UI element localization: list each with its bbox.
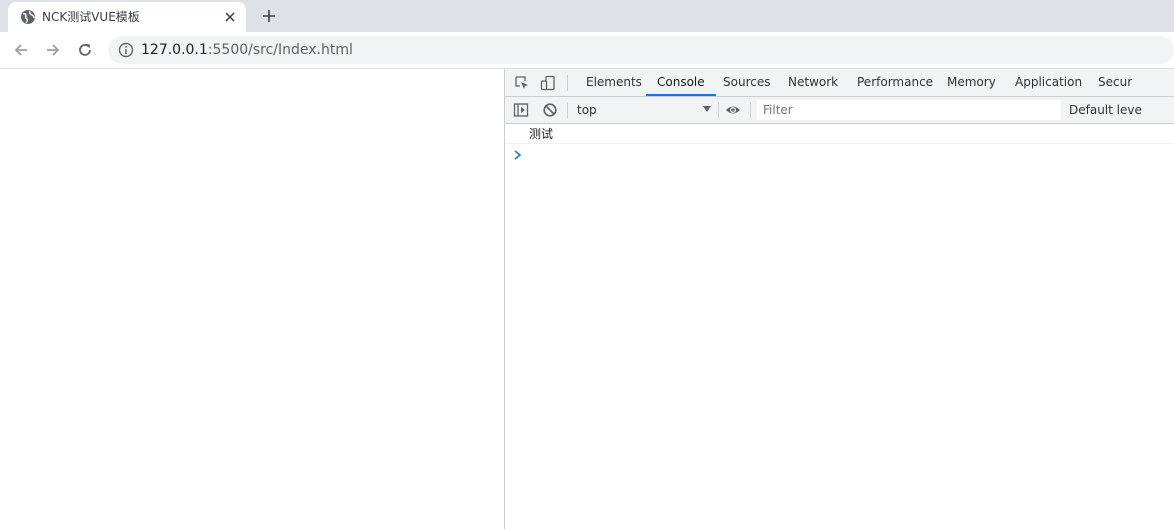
context-selector[interactable]: top	[573, 101, 713, 119]
forward-button[interactable]	[43, 40, 63, 60]
info-icon[interactable]	[118, 42, 134, 58]
device-toolbar-icon[interactable]	[540, 75, 556, 91]
address-bar[interactable]: 127.0.0.1:5500/src/Index.html	[108, 36, 1174, 64]
tab-sources[interactable]: Sources	[723, 69, 770, 96]
chevron-down-icon	[703, 106, 711, 112]
context-value: top	[577, 103, 597, 117]
sidebar-toggle-icon[interactable]	[513, 102, 529, 118]
url-text: 127.0.0.1:5500/src/Index.html	[141, 41, 353, 59]
console-message: 测试	[505, 124, 1174, 144]
close-icon	[225, 12, 235, 22]
url-path: :5500/src/Index.html	[207, 42, 353, 58]
tab-elements[interactable]: Elements	[586, 69, 642, 96]
url-host: 127.0.0.1	[141, 42, 208, 58]
browser-tab[interactable]: NCK测试VUE模板	[8, 2, 246, 32]
tab-title: NCK测试VUE模板	[42, 10, 140, 24]
filter-input[interactable]	[757, 100, 1061, 120]
devtools-tabbar: Elements Console Sources Network Perform…	[505, 69, 1174, 97]
tab-application[interactable]: Application	[1015, 69, 1082, 96]
console-output[interactable]: 测试	[505, 124, 1174, 529]
reload-icon	[79, 44, 91, 56]
console-message-text: 测试	[529, 127, 554, 141]
plus-icon	[263, 10, 275, 22]
arrow-right-icon	[47, 44, 60, 56]
devtools-panel: Elements Console Sources Network Perform…	[504, 69, 1174, 529]
browser-toolbar: 127.0.0.1:5500/src/Index.html	[0, 32, 1174, 69]
tab-strip: NCK测试VUE模板	[0, 0, 1174, 32]
tab-security[interactable]: Secur	[1098, 69, 1132, 96]
console-prompt[interactable]	[505, 145, 1174, 165]
log-levels-dropdown[interactable]: Default leve	[1069, 102, 1142, 118]
reload-button[interactable]	[75, 40, 95, 60]
back-button[interactable]	[11, 40, 31, 60]
toolbar-divider	[567, 102, 568, 118]
tab-network[interactable]: Network	[788, 69, 838, 96]
close-tab-button[interactable]	[222, 9, 238, 25]
inspect-icon[interactable]	[514, 75, 530, 91]
eye-icon[interactable]	[725, 102, 741, 118]
new-tab-button[interactable]	[258, 5, 280, 27]
tab-performance[interactable]: Performance	[857, 69, 933, 96]
toolbar-divider	[750, 102, 751, 118]
tab-memory[interactable]: Memory	[947, 69, 996, 96]
toolbar-divider	[718, 102, 719, 118]
chevron-right-icon	[514, 150, 522, 160]
clear-console-icon[interactable]	[542, 102, 558, 118]
console-toolbar: top Default leve	[505, 97, 1174, 124]
tab-console[interactable]: Console	[646, 69, 716, 96]
toolbar-divider	[567, 75, 568, 91]
globe-icon	[21, 10, 35, 24]
arrow-left-icon	[14, 44, 27, 56]
browser-window: NCK测试VUE模板 127.0.0.1:5500/src/Index.html…	[0, 0, 1174, 529]
page-viewport[interactable]	[0, 69, 504, 529]
